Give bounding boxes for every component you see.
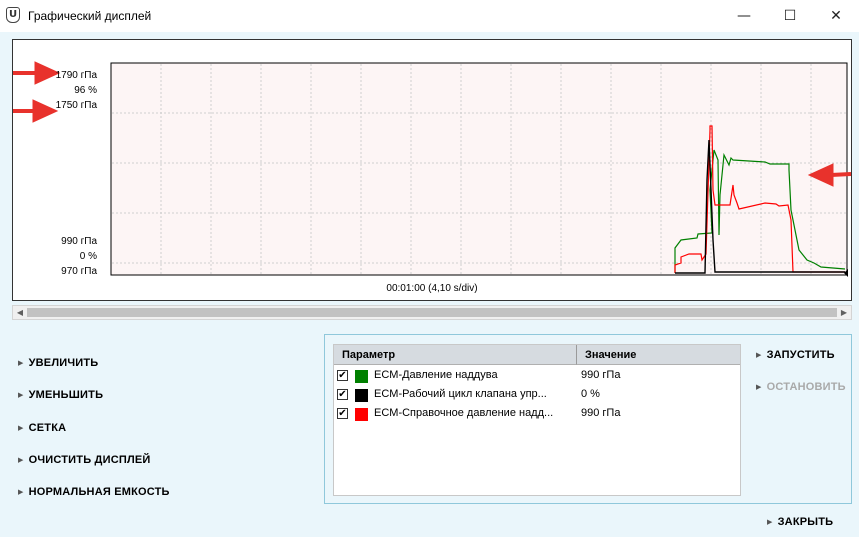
clear-display-button[interactable]: ▶ ОЧИСТИТЬ ДИСПЛЕЙ <box>18 454 151 466</box>
triangle-right-icon: ▶ <box>756 383 762 391</box>
graph-panel: 1790 гПа 96 % 1750 гПа 990 гПа 0 % 970 г… <box>12 39 852 301</box>
table-row[interactable]: ✔ ECM-Справочное давление надд... 990 гП… <box>334 405 740 424</box>
close-button[interactable]: ▶ ЗАКРЫТЬ <box>767 516 833 528</box>
triangle-right-icon: ▶ <box>18 359 24 367</box>
table-row[interactable]: ✔ ECM-Рабочий цикл клапана упр... 0 % <box>334 386 740 405</box>
parameter-name: ECM-Давление наддува <box>374 369 498 381</box>
scale-top-black: 96 % <box>74 85 97 96</box>
normal-capacity-button[interactable]: ▶ НОРМАЛЬНАЯ ЕМКОСТЬ <box>18 486 170 498</box>
annotation-arrow-top <box>13 61 61 85</box>
triangle-right-icon: ▶ <box>756 351 762 359</box>
title-bar: U Графический дисплей — ☐ ✕ <box>0 0 859 32</box>
annotation-arrow-second <box>13 99 59 123</box>
row-checkbox[interactable]: ✔ <box>337 408 348 419</box>
scale-top-red: 1750 гПа <box>55 100 97 111</box>
parameters-table: Параметр Значение ✔ ECM-Давление наддува… <box>333 344 741 496</box>
plot-area <box>13 61 851 277</box>
triangle-right-icon: ▶ <box>18 424 24 432</box>
stop-button: ▶ ОСТАНОВИТЬ <box>756 381 846 393</box>
scale-top-green: 1790 гПа <box>55 70 97 81</box>
row-checkbox[interactable]: ✔ <box>337 370 348 381</box>
scroll-right-icon[interactable]: ▶ <box>838 306 850 319</box>
row-checkbox[interactable]: ✔ <box>337 389 348 400</box>
column-header-parameter[interactable]: Параметр <box>334 345 577 365</box>
close-window-button[interactable]: ✕ <box>813 0 859 32</box>
column-header-value[interactable]: Значение <box>577 345 740 365</box>
series-color-swatch <box>355 370 368 383</box>
time-scale-label: 00:01:00 (4,10 s/div) <box>386 283 478 294</box>
scroll-left-icon[interactable]: ◀ <box>14 306 26 319</box>
parameter-value: 990 гПа <box>581 407 621 419</box>
start-button[interactable]: ▶ ЗАПУСТИТЬ <box>756 349 835 361</box>
shield-app-icon: U <box>6 7 20 23</box>
table-row[interactable]: ✔ ECM-Давление наддува 990 гПа <box>334 367 740 386</box>
series-color-swatch <box>355 408 368 421</box>
scale-bottom-green: 970 гПа <box>61 266 97 277</box>
triangle-right-icon: ▶ <box>18 391 24 399</box>
graph-horizontal-scrollbar[interactable]: ◀ ▶ <box>12 305 852 320</box>
window-title: Графический дисплей <box>28 9 152 23</box>
triangle-right-icon: ▶ <box>767 518 773 526</box>
parameter-name: ECM-Рабочий цикл клапана упр... <box>374 388 547 400</box>
parameter-value: 990 гПа <box>581 369 621 381</box>
parameter-name: ECM-Справочное давление надд... <box>374 407 554 419</box>
plot-background <box>110 62 848 276</box>
scale-bottom-black: 0 % <box>79 251 97 262</box>
triangle-right-icon: ▶ <box>18 456 24 464</box>
triangle-right-icon: ▶ <box>18 488 24 496</box>
parameter-value: 0 % <box>581 388 600 400</box>
maximize-button[interactable]: ☐ <box>767 0 813 32</box>
grid-button[interactable]: ▶ СЕТКА <box>18 422 66 434</box>
minimize-button[interactable]: — <box>721 0 767 32</box>
series-color-swatch <box>355 389 368 402</box>
scrollbar-thumb[interactable] <box>27 308 837 317</box>
zoom-out-button[interactable]: ▶ УМЕНЬШИТЬ <box>18 389 103 401</box>
scale-bottom-red: 990 гПа <box>61 236 97 247</box>
zoom-in-button[interactable]: ▶ УВЕЛИЧИТЬ <box>18 357 98 369</box>
